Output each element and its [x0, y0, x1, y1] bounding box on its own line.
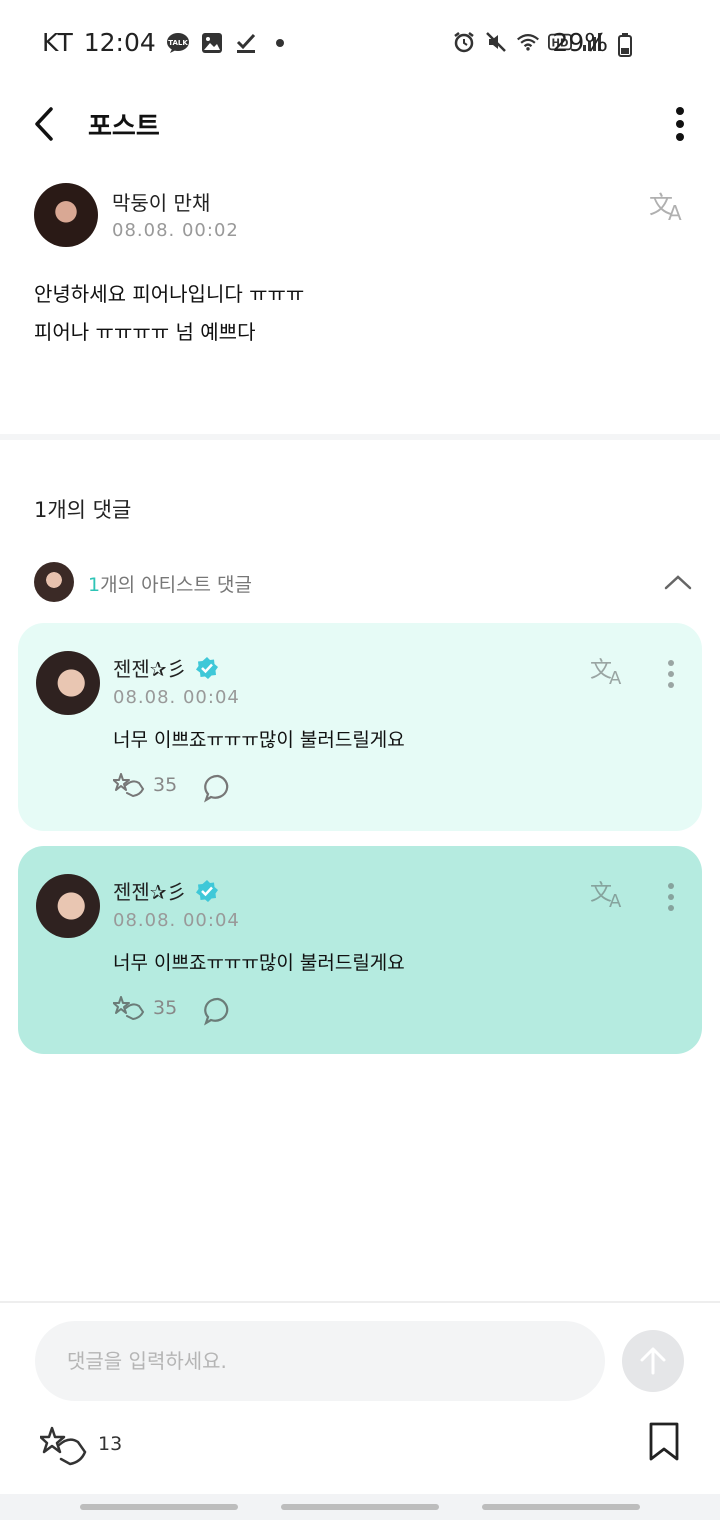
svg-text:TALK: TALK	[168, 39, 188, 47]
battery-icon	[618, 33, 632, 61]
artist-comment-text: 개의 아티스트 댓글	[100, 574, 253, 596]
bottom-divider	[0, 1301, 720, 1303]
post-author: 막둥이 만채 08.08. 00:02 文A	[34, 183, 694, 249]
page-title: 포스트	[88, 112, 160, 142]
comment-input[interactable]	[35, 1321, 605, 1401]
like-count: 35	[153, 774, 178, 796]
chevron-left-icon	[35, 107, 53, 141]
comment-count: 1개의 댓글	[34, 498, 132, 522]
alarm-icon	[452, 30, 476, 54]
star-hand-icon	[113, 996, 145, 1021]
comment-author-name: 젠젠✰彡	[113, 657, 187, 681]
like-button[interactable]: 35	[113, 771, 177, 799]
mute-icon	[484, 30, 508, 54]
avatar	[34, 562, 74, 602]
collapse-button[interactable]	[662, 566, 694, 598]
bookmark-button[interactable]	[648, 1422, 680, 1462]
comment-more-button[interactable]	[660, 657, 682, 691]
comment-bubble-icon	[204, 774, 229, 803]
translate-button[interactable]: 文A	[590, 655, 628, 689]
avatar[interactable]	[34, 183, 98, 247]
more-vertical-icon	[668, 883, 674, 911]
clock: 12:04	[83, 28, 156, 57]
post-date: 08.08. 00:02	[112, 220, 239, 241]
more-vertical-icon	[668, 660, 674, 688]
nav-back-button[interactable]	[482, 1504, 640, 1510]
svg-text:A: A	[668, 201, 682, 223]
more-vertical-icon	[676, 107, 684, 141]
battery-percent: 29%	[552, 28, 608, 57]
post-like-count: 13	[98, 1433, 123, 1455]
svg-text:A: A	[609, 668, 622, 687]
comment-author-name: 젠젠✰彡	[113, 880, 187, 904]
status-left: KT 12:04 TALK	[42, 28, 292, 57]
artist-comment-label: 1개의 아티스트 댓글	[88, 570, 252, 597]
comment-text: 너무 이쁘죠ㅠㅠㅠ많이 불러드릴게요	[113, 729, 405, 751]
artist-comments-toggle[interactable]: 1개의 아티스트 댓글	[34, 562, 694, 604]
dot-notification-icon	[268, 31, 292, 55]
comment-more-button[interactable]	[660, 880, 682, 914]
reply-button[interactable]	[203, 773, 233, 803]
section-divider	[0, 434, 720, 440]
star-hand-icon	[113, 773, 145, 798]
nav-home-button[interactable]	[281, 1504, 439, 1510]
post-body: 안녕하세요 피어나입니다 ㅠㅠㅠ 피어나 ㅠㅠㅠㅠ 넘 예쁘다	[34, 282, 305, 344]
comment-author[interactable]: 젠젠✰彡	[113, 876, 219, 905]
chevron-up-icon	[664, 575, 692, 590]
check-notification-icon	[234, 31, 258, 55]
verified-badge-icon	[195, 656, 219, 680]
comment-bubble-icon	[204, 997, 229, 1026]
avatar[interactable]	[36, 651, 100, 715]
translate-button[interactable]: 文A	[590, 878, 628, 912]
comment-card[interactable]: 젠젠✰彡 08.08. 00:04 너무 이쁘죠ㅠㅠㅠ많이 불러드릴게요 35 …	[18, 846, 702, 1054]
more-options-button[interactable]	[662, 102, 698, 146]
translate-icon: 文A	[590, 881, 622, 912]
send-button[interactable]	[622, 1330, 684, 1392]
translate-icon: 文A	[649, 191, 682, 225]
post-like-button[interactable]	[39, 1424, 88, 1468]
talk-notification-icon: TALK	[166, 31, 190, 55]
comment-card[interactable]: 젠젠✰彡 08.08. 00:04 너무 이쁘죠ㅠㅠㅠ많이 불러드릴게요 35 …	[18, 623, 702, 831]
star-hand-icon	[39, 1426, 87, 1466]
back-button[interactable]	[24, 104, 64, 144]
comment-text: 너무 이쁘죠ㅠㅠㅠ많이 불러드릴게요	[113, 952, 405, 974]
reply-button[interactable]	[203, 996, 233, 1026]
comment-date: 08.08. 00:04	[113, 910, 240, 931]
wifi-icon	[516, 30, 540, 54]
status-bar: KT 12:04 TALK HD 29%	[0, 0, 720, 90]
app-header: 포스트	[0, 90, 720, 160]
comment-date: 08.08. 00:04	[113, 687, 240, 708]
like-count: 35	[153, 997, 178, 1019]
comment-author[interactable]: 젠젠✰彡	[113, 653, 219, 682]
translate-icon: 文A	[590, 658, 622, 689]
gallery-notification-icon	[200, 31, 224, 55]
bookmark-icon	[649, 1422, 679, 1461]
system-nav-bar	[0, 1494, 720, 1520]
artist-comment-count: 1	[88, 574, 101, 596]
avatar[interactable]	[36, 874, 100, 938]
arrow-up-icon	[640, 1347, 666, 1375]
svg-text:A: A	[609, 891, 622, 910]
carrier-label: KT	[42, 28, 74, 57]
like-button[interactable]: 35	[113, 994, 177, 1022]
verified-badge-icon	[195, 879, 219, 903]
translate-button[interactable]: 文A	[648, 189, 688, 225]
author-name[interactable]: 막둥이 만채	[112, 187, 210, 216]
nav-recent-button[interactable]	[80, 1504, 238, 1510]
